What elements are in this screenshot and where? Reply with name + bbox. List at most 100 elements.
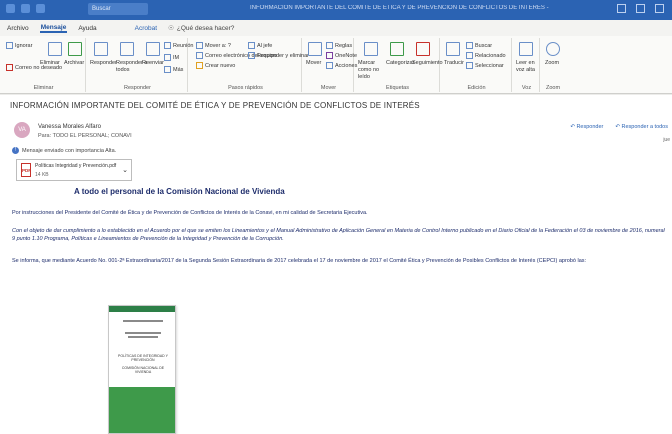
flag-icon bbox=[416, 42, 430, 56]
archive-label: Archivar bbox=[64, 60, 85, 66]
save-icon[interactable] bbox=[6, 4, 15, 13]
document-header-bar bbox=[109, 306, 175, 312]
tab-archivo[interactable]: Archivo bbox=[6, 25, 30, 32]
im-icon bbox=[164, 54, 171, 61]
archive-icon bbox=[68, 42, 82, 56]
related-label: Relacionado bbox=[475, 52, 506, 59]
translate-icon bbox=[446, 42, 460, 56]
ignore-label: Ignorar bbox=[15, 42, 33, 49]
read-aloud-icon bbox=[519, 42, 533, 56]
group-eliminar: Ignorar Correo no deseado Eliminar Archi… bbox=[2, 38, 86, 92]
tab-ayuda[interactable]: Ayuda bbox=[77, 25, 97, 32]
more-button[interactable]: Más bbox=[164, 66, 183, 73]
onenote-label: OneNote bbox=[335, 52, 358, 59]
group-edicion: Traducir Buscar Relacionado Seleccionar … bbox=[442, 38, 512, 92]
actions-button[interactable]: Acciones bbox=[326, 62, 357, 69]
forward-icon bbox=[146, 42, 160, 56]
tell-me-label: ¿Qué desea hacer? bbox=[176, 24, 235, 32]
reply-all-button[interactable] bbox=[120, 42, 134, 56]
mark-unread-button[interactable] bbox=[364, 42, 378, 56]
followup-button[interactable] bbox=[416, 42, 430, 56]
group-label-responder: Responder bbox=[124, 85, 151, 91]
group-label-etiquetas: Etiquetas bbox=[386, 85, 409, 91]
body-paragraph-3: Se informa, que mediante Acuerdo No. 001… bbox=[12, 258, 587, 264]
message-reading-pane: INFORMACIÓN IMPORTANTE DEL COMITÉ DE ÉTI… bbox=[0, 95, 672, 434]
document-thumbnail[interactable]: POLÍTICAS DE INTEGRIDAD Y PREVENCIÓN COM… bbox=[108, 305, 176, 434]
reply-all-link[interactable]: ↶ Responder a todos bbox=[615, 124, 668, 130]
select-button[interactable]: Seleccionar bbox=[466, 62, 504, 69]
junk-icon bbox=[6, 64, 13, 71]
select-label: Seleccionar bbox=[475, 62, 504, 69]
chevron-down-icon[interactable]: ⌄ bbox=[122, 166, 128, 174]
recipients: Para: TODO EL PERSONAL; CONAVI bbox=[38, 133, 132, 139]
categorize-label: Categorizar bbox=[386, 60, 415, 66]
reply-link-label: Responder bbox=[576, 124, 604, 130]
body-paragraph-1: Por instrucciones del Presidente del Com… bbox=[12, 210, 368, 216]
quickstep-boss-label: Al jefe bbox=[257, 42, 273, 49]
group-label-mover: Mover bbox=[320, 85, 337, 91]
actions-icon bbox=[326, 62, 333, 69]
info-icon: ! bbox=[12, 147, 19, 154]
attachment-card[interactable]: PDF Políticas Integridad y Prevención.pd… bbox=[16, 159, 132, 181]
mark-unread-label: Marcar como no leído bbox=[358, 60, 380, 80]
move-button[interactable] bbox=[308, 42, 322, 56]
title-search-box[interactable]: Buscar bbox=[88, 3, 148, 15]
ribbon-tabs: Archivo Mensaje Ayuda Acrobat ☉ ¿Qué des… bbox=[0, 20, 672, 36]
zoom-button[interactable] bbox=[546, 42, 560, 56]
rules-icon bbox=[326, 42, 333, 49]
tell-me-box[interactable]: ☉ ¿Qué desea hacer? bbox=[168, 24, 235, 33]
reply-link[interactable]: ↶ Responder bbox=[570, 124, 603, 130]
group-pasos-rapidos: Mover a: ? Correo electrónico del equipo… bbox=[190, 38, 309, 92]
body-heading: A todo el personal de la Comisión Nacion… bbox=[74, 187, 285, 196]
quickstep-move[interactable]: Mover a: ? bbox=[196, 42, 231, 49]
redo-icon[interactable] bbox=[36, 4, 45, 13]
tab-mensaje[interactable]: Mensaje bbox=[39, 24, 68, 33]
quickstep-boss[interactable]: Al jefe bbox=[248, 42, 272, 49]
tab-acrobat[interactable]: Acrobat bbox=[134, 25, 158, 32]
message-subject: INFORMACIÓN IMPORTANTE DEL COMITÉ DE ÉTI… bbox=[10, 101, 420, 110]
folder-icon bbox=[196, 42, 203, 49]
read-aloud-label: Leer en voz alta bbox=[516, 60, 535, 73]
zoom-label: Zoom bbox=[545, 60, 560, 66]
onenote-icon bbox=[326, 52, 333, 59]
find-button[interactable]: Buscar bbox=[466, 42, 492, 49]
importance-banner: ! Mensaje enviado con importancia Alta. bbox=[12, 147, 116, 154]
quickstep-move-label: Mover a: ? bbox=[205, 42, 231, 49]
reply-label: Responder bbox=[90, 60, 117, 66]
more-label: Más bbox=[173, 66, 184, 73]
group-mover: Mover Reglas OneNote Acciones Mover bbox=[304, 38, 357, 92]
close-icon[interactable] bbox=[655, 4, 664, 13]
related-button[interactable]: Relacionado bbox=[466, 52, 506, 59]
maximize-icon[interactable] bbox=[636, 4, 645, 13]
document-green-band bbox=[109, 387, 175, 433]
im-button[interactable]: IM bbox=[164, 54, 179, 61]
categorize-button[interactable] bbox=[390, 42, 404, 56]
reply-button[interactable] bbox=[94, 42, 108, 56]
document-title: POLÍTICAS DE INTEGRIDAD Y PREVENCIÓN bbox=[118, 354, 168, 362]
delete-button[interactable] bbox=[48, 42, 62, 56]
read-aloud-button[interactable] bbox=[519, 42, 533, 56]
avatar[interactable]: VA bbox=[14, 122, 30, 138]
rules-button[interactable]: Reglas bbox=[326, 42, 352, 49]
group-etiquetas: Marcar como no leído Categorizar Seguimi… bbox=[356, 38, 443, 92]
group-label-edicion: Edición bbox=[467, 85, 486, 91]
ignore-button[interactable]: Ignorar bbox=[6, 42, 32, 49]
undo-icon[interactable] bbox=[21, 4, 30, 13]
reply-actions: ↶ Responder ↶ Responder a todos bbox=[570, 124, 668, 130]
quickstep-create[interactable]: Crear nuevo bbox=[196, 62, 235, 69]
im-label: IM bbox=[173, 54, 180, 61]
find-label: Buscar bbox=[475, 42, 493, 49]
archive-button[interactable] bbox=[68, 42, 82, 56]
minimize-icon[interactable] bbox=[617, 4, 626, 13]
ignore-icon bbox=[6, 42, 13, 49]
attachment-name: Políticas Integridad y Prevención.pdf bbox=[35, 163, 117, 169]
cursor-icon bbox=[466, 62, 473, 69]
translate-button[interactable] bbox=[446, 42, 460, 56]
delete-icon bbox=[48, 42, 62, 56]
onenote-button[interactable]: OneNote bbox=[326, 52, 357, 59]
sender-name[interactable]: Vanessa Morales Alfaro bbox=[38, 124, 101, 130]
move-label: Mover bbox=[306, 60, 322, 66]
quickstep-reply-delete[interactable]: Responder y eliminar bbox=[248, 52, 309, 59]
forward-button[interactable] bbox=[146, 42, 160, 56]
lightbulb-icon: ☉ bbox=[168, 25, 174, 32]
